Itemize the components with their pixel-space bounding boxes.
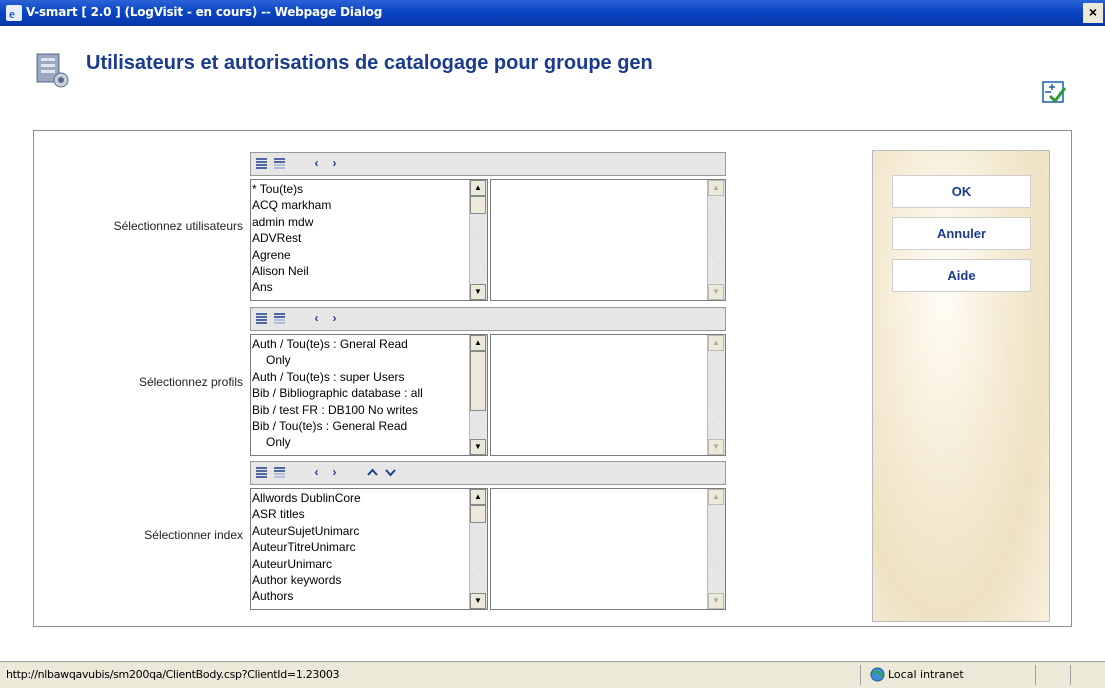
ie-app-icon: e (6, 5, 22, 21)
list-item[interactable]: AuteurSujetUnimarc (252, 523, 468, 539)
list-item[interactable]: Only (252, 434, 468, 450)
status-url: http://nlbawqavubis/sm200qa/ClientBody.c… (6, 668, 340, 681)
catalog-authorization-icon (36, 53, 69, 88)
scroll-up-icon[interactable]: ▲ (470, 180, 486, 196)
list-item[interactable]: ACQ markham (252, 197, 468, 213)
move-left-button[interactable]: ‹ (310, 312, 323, 325)
index-toolbar: ‹ › (250, 461, 726, 485)
ok-button[interactable]: OK (892, 175, 1031, 208)
move-left-button[interactable]: ‹ (310, 466, 323, 479)
scroll-up-icon[interactable]: ▲ (470, 335, 486, 351)
status-bar: http://nlbawqavubis/sm200qa/ClientBody.c… (0, 661, 1105, 688)
svg-text:e: e (9, 6, 15, 21)
scroll-down-icon: ▼ (708, 593, 724, 609)
profiles-label: Sélectionnez profils (138, 375, 243, 389)
users-scrollbar[interactable]: ▲ ▼ (469, 180, 487, 300)
selected-profiles-scrollbar: ▲ ▼ (707, 335, 725, 455)
users-listbox[interactable]: * Tou(te)s ACQ markham admin mdw ADVRest… (250, 179, 488, 301)
move-up-button[interactable] (366, 466, 379, 479)
index-scrollbar[interactable]: ▲ ▼ (469, 489, 487, 609)
list-item[interactable]: ASR titles (252, 506, 468, 522)
list-item[interactable]: Only (252, 352, 468, 368)
selected-index-scrollbar: ▲ ▼ (707, 489, 725, 609)
index-label: Sélectionner index (144, 528, 243, 542)
scroll-down-icon: ▼ (708, 439, 724, 455)
scroll-down-icon: ▼ (708, 284, 724, 300)
scroll-thumb[interactable] (470, 505, 486, 523)
list-item[interactable]: * Tou(te)s (252, 181, 468, 197)
selected-index-listbox[interactable]: ▲ ▼ (490, 488, 726, 610)
move-right-button[interactable]: › (328, 157, 341, 170)
window-title: V-smart [ 2.0 ] (LogVisit - en cours) --… (26, 5, 383, 19)
close-button[interactable]: × (1083, 3, 1103, 23)
window-titlebar: e V-smart [ 2.0 ] (LogVisit - en cours) … (0, 0, 1105, 26)
index-listbox[interactable]: Allwords DublinCore ASR titles AuteurSuj… (250, 488, 488, 610)
scroll-down-icon[interactable]: ▼ (470, 593, 486, 609)
profiles-scrollbar[interactable]: ▲ ▼ (469, 335, 487, 455)
status-separator (860, 665, 861, 685)
list-item[interactable]: ADVRest (252, 230, 468, 246)
scroll-up-icon: ▲ (708, 180, 724, 196)
globe-icon (870, 667, 885, 682)
help-button[interactable]: Aide (892, 259, 1031, 292)
list-item[interactable]: Bib / Bibliographic database : all (252, 385, 468, 401)
list-item[interactable]: AuteurUnimarc (252, 556, 468, 572)
move-left-button[interactable]: ‹ (310, 157, 323, 170)
list-item[interactable]: Alison Neil (252, 263, 468, 279)
select-all-icon[interactable] (255, 157, 268, 170)
list-item[interactable]: Ans (252, 279, 468, 295)
deselect-all-icon[interactable] (273, 312, 286, 325)
users-label: Sélectionnez utilisateurs (113, 219, 243, 233)
scroll-up-icon: ▲ (708, 335, 724, 351)
list-item[interactable]: Authors (252, 588, 468, 604)
scroll-thumb[interactable] (470, 351, 486, 411)
cancel-button[interactable]: Annuler (892, 217, 1031, 250)
scroll-down-icon[interactable]: ▼ (470, 439, 486, 455)
move-down-button[interactable] (384, 466, 397, 479)
checkmark-options-icon[interactable] (1041, 80, 1067, 104)
select-all-icon[interactable] (255, 312, 268, 325)
selected-users-listbox[interactable]: ▲ ▼ (490, 179, 726, 301)
profiles-toolbar: ‹ › (250, 307, 726, 331)
status-separator (1070, 665, 1071, 685)
selected-users-scrollbar: ▲ ▼ (707, 180, 725, 300)
list-item[interactable]: Author keywords (252, 572, 468, 588)
status-separator (1035, 665, 1036, 685)
deselect-all-icon[interactable] (273, 466, 286, 479)
move-right-button[interactable]: › (328, 312, 341, 325)
selected-profiles-listbox[interactable]: ▲ ▼ (490, 334, 726, 456)
list-item[interactable]: Allwords DublinCore (252, 490, 468, 506)
profiles-listbox[interactable]: Auth / Tou(te)s : Gneral Read Only Auth … (250, 334, 488, 456)
scroll-up-icon[interactable]: ▲ (470, 489, 486, 505)
list-item[interactable]: AuteurTitreUnimarc (252, 539, 468, 555)
page-title: Utilisateurs et autorisations de catalog… (86, 52, 653, 74)
list-item[interactable]: Bib / Tou(te)s : General Read (252, 418, 468, 434)
deselect-all-icon[interactable] (273, 157, 286, 170)
scroll-up-icon: ▲ (708, 489, 724, 505)
list-item[interactable]: Auth / Tou(te)s : super Users (252, 369, 468, 385)
users-toolbar: ‹ › (250, 152, 726, 176)
select-all-icon[interactable] (255, 466, 268, 479)
list-item[interactable]: Auth / Tou(te)s : Gneral Read (252, 336, 468, 352)
list-item[interactable]: Agrene (252, 247, 468, 263)
scroll-down-icon[interactable]: ▼ (470, 284, 486, 300)
scroll-thumb[interactable] (470, 196, 486, 214)
list-item[interactable]: Bib / test FR : DB100 No writes (252, 402, 468, 418)
status-zone: Local intranet (888, 668, 964, 681)
move-right-button[interactable]: › (328, 466, 341, 479)
list-item[interactable]: admin mdw (252, 214, 468, 230)
